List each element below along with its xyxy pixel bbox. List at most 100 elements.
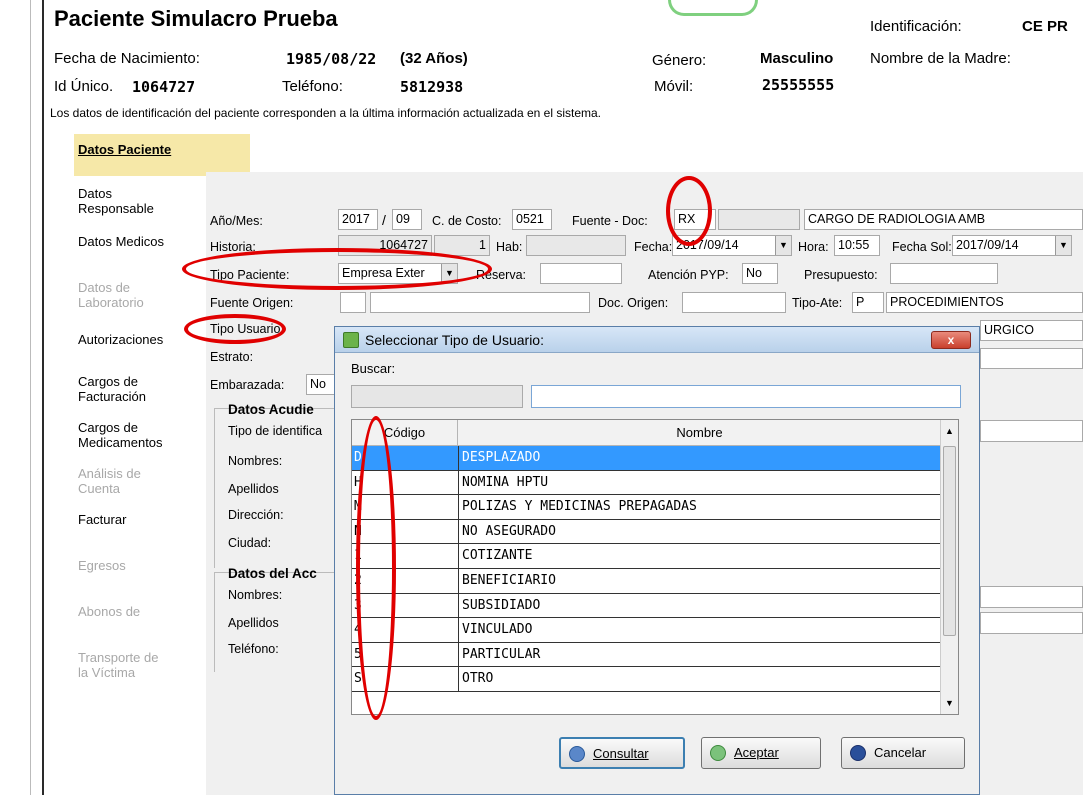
telefono-label: Teléfono: bbox=[282, 78, 343, 95]
tipo-ate-field[interactable]: P bbox=[852, 292, 884, 313]
telefono2-label: Teléfono: bbox=[228, 642, 279, 656]
hab-field[interactable] bbox=[526, 235, 626, 256]
app-icon bbox=[343, 332, 359, 348]
anio-mes-separator: / bbox=[382, 212, 386, 228]
check-icon bbox=[710, 745, 726, 761]
row-nombre: OTRO bbox=[462, 671, 494, 687]
tipo-ident-label: Tipo de identifica bbox=[228, 424, 323, 438]
pyp-field[interactable]: No bbox=[742, 263, 778, 284]
search-icon bbox=[569, 746, 585, 762]
row-nombre: COTIZANTE bbox=[462, 548, 533, 564]
table-row[interactable]: 3 SUBSIDIADO bbox=[352, 593, 942, 619]
column-separator bbox=[458, 593, 459, 618]
identification-note: Los datos de identificación del paciente… bbox=[50, 106, 601, 120]
edad-value: (32 Años) bbox=[400, 50, 468, 67]
reserva-field[interactable] bbox=[540, 263, 622, 284]
estrato-label: Estrato: bbox=[210, 350, 254, 364]
table-row[interactable]: N NO ASEGURADO bbox=[352, 519, 942, 545]
column-separator bbox=[458, 569, 459, 593]
chevron-down-icon[interactable]: ▼ bbox=[1055, 236, 1071, 255]
consultar-button[interactable]: Consultar bbox=[559, 737, 685, 769]
mes-field[interactable]: 09 bbox=[392, 209, 422, 230]
fuente-origen-desc bbox=[370, 292, 590, 313]
fecha-nac-value: 1985/08/22 bbox=[286, 50, 377, 68]
row-nombre: BENEFICIARIO bbox=[462, 573, 556, 588]
column-separator bbox=[458, 495, 459, 519]
table-row[interactable]: 5 PARTICULAR bbox=[352, 642, 942, 668]
row-nombre: POLIZAS Y MEDICINAS PREPAGADAS bbox=[462, 499, 697, 515]
chevron-down-icon[interactable]: ▼ bbox=[775, 236, 791, 255]
cancelar-button[interactable]: Cancelar bbox=[841, 737, 965, 769]
sidebar-item-facturar[interactable]: Facturar bbox=[78, 512, 126, 527]
sidebar-item-cargos-facturacion[interactable]: Cargos de Facturación bbox=[78, 374, 146, 404]
scroll-thumb[interactable] bbox=[943, 446, 956, 636]
fecha-nac-label: Fecha de Nacimiento: bbox=[54, 50, 200, 67]
ciudad-label: Ciudad: bbox=[228, 536, 272, 550]
table-row[interactable]: H NOMINA HPTU bbox=[352, 470, 942, 496]
direccion-label: Dirección: bbox=[228, 508, 284, 522]
fuente-doc-label: Fuente - Doc: bbox=[572, 214, 648, 228]
tipo-usuario-grid[interactable]: Código Nombre D DESPLAZADO H NOMINA HPTU M PO… bbox=[351, 419, 959, 715]
sidebar: Datos Paciente Datos Responsable Datos M… bbox=[44, 130, 250, 795]
cancel-icon bbox=[850, 745, 866, 761]
doc-origen-field[interactable] bbox=[682, 292, 786, 313]
buscar-input[interactable] bbox=[531, 385, 961, 408]
annotation-ring-fuente-doc bbox=[666, 176, 712, 246]
table-row[interactable]: M POLIZAS Y MEDICINAS PREPAGADAS bbox=[352, 495, 942, 520]
row-nombre: SUBSIDIADO bbox=[462, 597, 541, 613]
scroll-up-icon[interactable]: ▲ bbox=[945, 426, 954, 436]
dialog-titlebar[interactable]: Seleccionar Tipo de Usuario: x bbox=[335, 327, 979, 353]
pyp-label: Atención PYP: bbox=[648, 268, 729, 282]
table-row[interactable]: D DESPLAZADO bbox=[352, 446, 942, 471]
sidebar-item-cargos-medicamentos[interactable]: Cargos de Medicamentos bbox=[78, 420, 163, 450]
fecha-sol-field[interactable]: 2017/09/14 ▼ bbox=[952, 235, 1072, 256]
doc-field[interactable] bbox=[718, 209, 800, 230]
col-header-nombre[interactable]: Nombre bbox=[458, 420, 942, 446]
quirurgico-field: URGICO bbox=[980, 320, 1083, 341]
column-separator bbox=[458, 618, 459, 642]
aceptar-button[interactable]: Aceptar bbox=[701, 737, 821, 769]
presupuesto-field[interactable] bbox=[890, 263, 998, 284]
right-field-1 bbox=[980, 420, 1083, 442]
sidebar-item-datos-medicos[interactable]: Datos Medicos bbox=[78, 234, 164, 249]
madre-label: Nombre de la Madre: bbox=[870, 50, 1011, 67]
sidebar-item-datos-laboratorio: Datos de Laboratorio bbox=[78, 280, 144, 310]
right-field-2 bbox=[980, 586, 1083, 608]
window-border bbox=[30, 0, 31, 795]
table-row[interactable]: 2 BENEFICIARIO bbox=[352, 569, 942, 594]
row-nombre: NO ASEGURADO bbox=[462, 523, 556, 539]
acompanante-title: Datos del Acc bbox=[228, 566, 317, 581]
close-button[interactable]: x bbox=[931, 331, 971, 349]
genero-value: Masculino bbox=[760, 50, 834, 67]
hab-label: Hab: bbox=[496, 240, 523, 254]
column-separator bbox=[458, 544, 459, 568]
annotation-ring-codigo-column bbox=[356, 416, 396, 720]
scroll-down-icon[interactable]: ▼ bbox=[945, 698, 954, 708]
sidebar-item-datos-paciente[interactable]: Datos Paciente bbox=[74, 134, 250, 176]
row-nombre: VINCULADO bbox=[462, 622, 533, 638]
right-field-3 bbox=[980, 612, 1083, 634]
costo-field[interactable]: 0521 bbox=[512, 209, 552, 230]
table-row[interactable]: S OTRO bbox=[352, 667, 942, 692]
sidebar-item-datos-responsable[interactable]: Datos Responsable bbox=[78, 186, 154, 216]
genero-label: Género: bbox=[652, 52, 707, 69]
annotation-ring-tipo-usuario bbox=[184, 314, 286, 344]
anio-field[interactable]: 2017 bbox=[338, 209, 378, 230]
buscar-code-field[interactable] bbox=[351, 385, 523, 408]
fuente-origen-label: Fuente Origen: bbox=[210, 296, 294, 310]
table-row[interactable]: 1 COTIZANTE bbox=[352, 544, 942, 569]
fuente-origen-field[interactable] bbox=[340, 292, 366, 313]
movil-label: Móvil: bbox=[654, 78, 694, 95]
sidebar-item-autorizaciones[interactable]: Autorizaciones bbox=[78, 332, 163, 347]
table-row[interactable]: 4 VINCULADO bbox=[352, 618, 942, 643]
identificacion-label: Identificación: bbox=[870, 18, 962, 35]
row-nombre: NOMINA HPTU bbox=[462, 474, 549, 490]
seleccionar-tipo-usuario-dialog: Seleccionar Tipo de Usuario: x Buscar: C… bbox=[334, 326, 980, 795]
sidebar-item-analisis-cuenta: Análisis de Cuenta bbox=[78, 466, 141, 496]
hora-field[interactable]: 10:55 bbox=[834, 235, 880, 256]
embarazada-field[interactable]: No bbox=[306, 374, 336, 395]
embarazada-label: Embarazada: bbox=[210, 378, 285, 392]
hora-label: Hora: bbox=[798, 240, 829, 254]
column-separator bbox=[458, 470, 459, 495]
vertical-scrollbar[interactable]: ▲ ▼ bbox=[940, 420, 958, 714]
